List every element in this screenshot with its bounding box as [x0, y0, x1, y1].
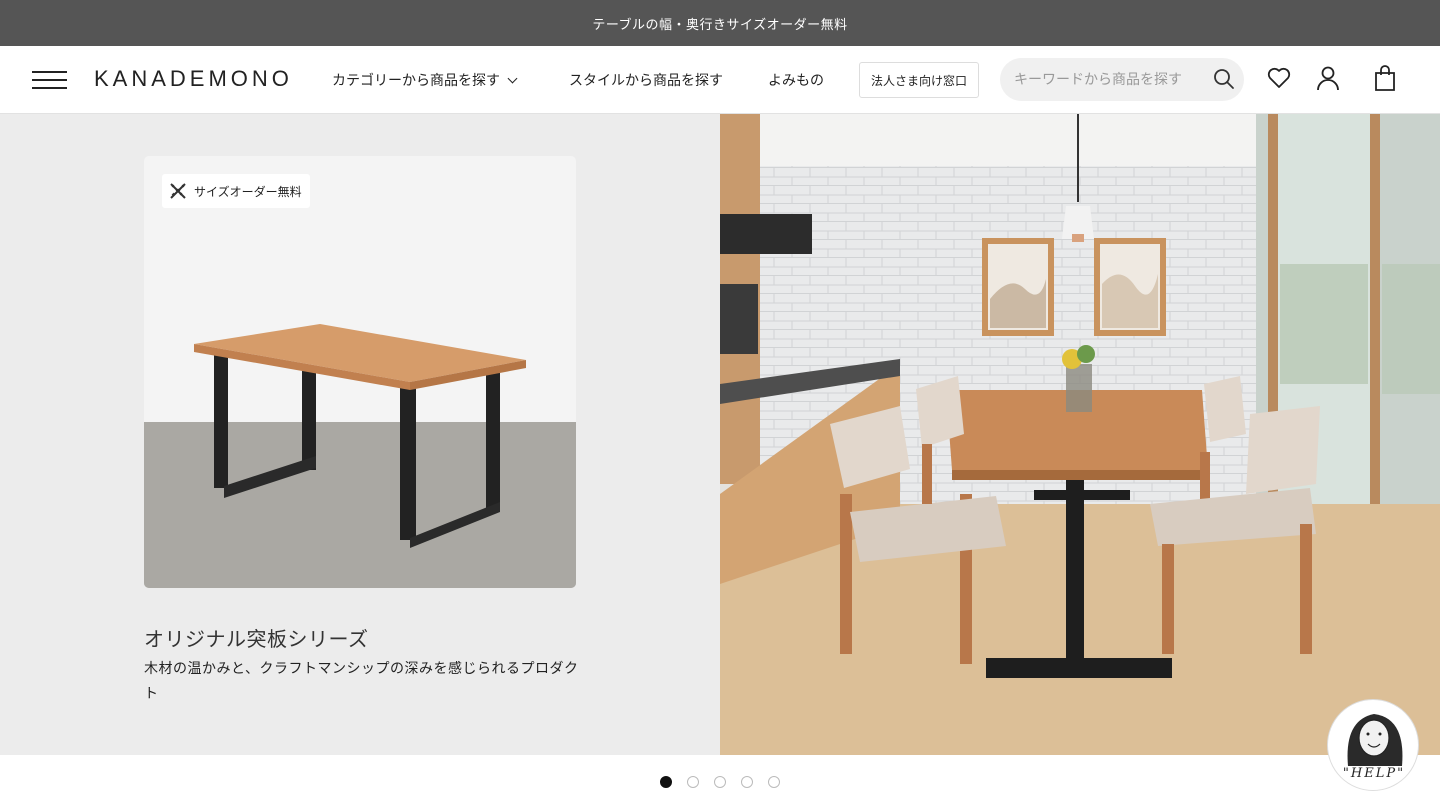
nav-category[interactable]: カテゴリーから商品を探す — [332, 70, 518, 90]
heart-icon[interactable] — [1265, 64, 1293, 92]
nav-reading[interactable]: よみもの — [768, 70, 824, 90]
nav-category-label: カテゴリーから商品を探す — [332, 73, 500, 89]
size-order-badge: サイズオーダー無料 — [162, 174, 310, 208]
series-title[interactable]: オリジナル突板シリーズ — [144, 623, 369, 652]
help-chat-button[interactable]: "HELP" — [1327, 699, 1419, 791]
carousel-dot-5[interactable] — [768, 776, 780, 788]
search-icon[interactable] — [1212, 67, 1236, 91]
menu-icon-line — [32, 87, 67, 89]
site-logo[interactable]: KANADEMONO — [94, 66, 293, 92]
announcement-bar: テーブルの幅・奥行きサイズオーダー無料 — [0, 0, 1440, 46]
bag-icon[interactable] — [1371, 64, 1399, 92]
announcement-text: テーブルの幅・奥行きサイズオーダー無料 — [592, 17, 848, 33]
ruler-cross-icon — [170, 183, 186, 199]
help-label: "HELP" — [1342, 766, 1406, 781]
carousel-dot-1[interactable] — [660, 776, 672, 788]
badge-label: サイズオーダー無料 — [194, 184, 302, 199]
carousel-dot-4[interactable] — [741, 776, 753, 788]
carousel-dot-2[interactable] — [687, 776, 699, 788]
user-icon[interactable] — [1314, 64, 1342, 92]
hamburger-menu-button[interactable] — [32, 68, 68, 92]
search-input[interactable] — [1014, 58, 1204, 101]
chevron-down-icon — [507, 73, 518, 84]
series-description: 木材の温かみと、クラフトマンシップの深みを感じられるプロダクト — [144, 661, 579, 702]
dining-scene-illustration — [720, 114, 1440, 755]
menu-icon-line — [32, 79, 67, 81]
product-image[interactable] — [144, 156, 576, 588]
table-product-illustration — [144, 156, 576, 588]
menu-icon-line — [32, 71, 67, 73]
search-box — [1000, 58, 1244, 101]
corporate-inquiry-button[interactable]: 法人さま向け窓口 — [859, 62, 979, 98]
carousel-dot-3[interactable] — [714, 776, 726, 788]
carousel-dots — [660, 776, 780, 790]
dining-room-photo[interactable] — [720, 114, 1440, 755]
nav-style[interactable]: スタイルから商品を探す — [569, 70, 723, 90]
